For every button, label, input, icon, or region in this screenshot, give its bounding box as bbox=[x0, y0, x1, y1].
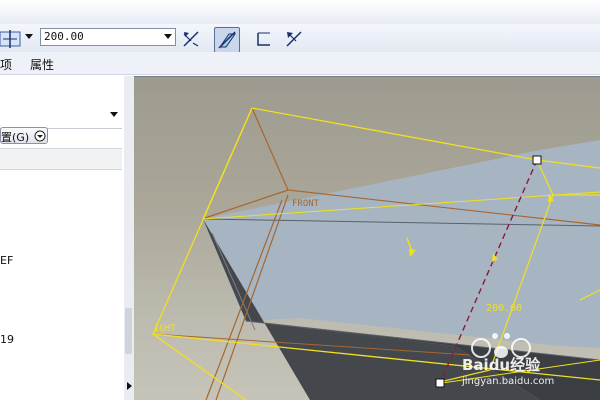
placement-button-label: 置(G) bbox=[1, 131, 30, 144]
remove-material-button[interactable] bbox=[283, 28, 305, 50]
tree-item[interactable]: EF bbox=[0, 254, 13, 267]
window-top-band bbox=[0, 0, 600, 24]
panel-dropdown-arrow[interactable] bbox=[110, 112, 118, 117]
depth-blind-icon bbox=[0, 30, 21, 48]
splitter-handle[interactable] bbox=[125, 308, 132, 354]
tab-options[interactable]: 项 bbox=[0, 56, 12, 73]
flip-direction-icon bbox=[183, 31, 199, 47]
watermark-url: jingyan.baidu.com bbox=[461, 376, 554, 387]
placement-dropdown-icon bbox=[34, 130, 46, 142]
depth-value-input[interactable]: 200.00 bbox=[40, 28, 176, 46]
tab-properties[interactable]: 属性 bbox=[30, 56, 54, 73]
depth-option-button[interactable] bbox=[0, 28, 22, 50]
expand-panel-icon[interactable] bbox=[127, 382, 132, 390]
model-graphics: FRONT IGHT 200.00 Baidu经验 jingyan.baidu.… bbox=[152, 107, 600, 400]
depth-dimension-label[interactable]: 200.00 bbox=[486, 303, 522, 314]
origin-drag-handle[interactable] bbox=[435, 378, 445, 388]
surface-icon bbox=[218, 31, 236, 49]
depth-value-dropdown-icon[interactable] bbox=[164, 34, 172, 39]
graphics-viewport[interactable]: FRONT IGHT 200.00 Baidu经验 jingyan.baidu.… bbox=[134, 76, 600, 400]
model-tree-panel: 置(G) EF 19 bbox=[0, 76, 125, 400]
thicken-sketch-button[interactable] bbox=[253, 28, 275, 50]
thicken-icon bbox=[257, 32, 270, 46]
panel-header-row bbox=[0, 148, 122, 170]
placement-button[interactable]: 置(G) bbox=[0, 127, 48, 144]
flip-direction-button[interactable] bbox=[180, 28, 202, 50]
panel-splitter[interactable] bbox=[124, 76, 134, 400]
dashboard-tabs-bar bbox=[0, 52, 600, 75]
surface-blue-face bbox=[203, 140, 600, 348]
depth-value-text: 200.00 bbox=[44, 30, 84, 43]
front-plane-label: FRONT bbox=[292, 199, 320, 209]
remove-material-icon bbox=[286, 31, 302, 47]
depth-option-dropdown-arrow[interactable] bbox=[25, 34, 33, 39]
tree-item[interactable]: 19 bbox=[0, 333, 14, 346]
watermark-brand: Baidu经验 bbox=[462, 356, 541, 374]
surface-type-button[interactable] bbox=[214, 27, 240, 53]
right-plane-label: IGHT bbox=[154, 324, 176, 334]
depth-drag-handle[interactable] bbox=[532, 155, 542, 165]
viewport-top-border bbox=[134, 76, 600, 77]
